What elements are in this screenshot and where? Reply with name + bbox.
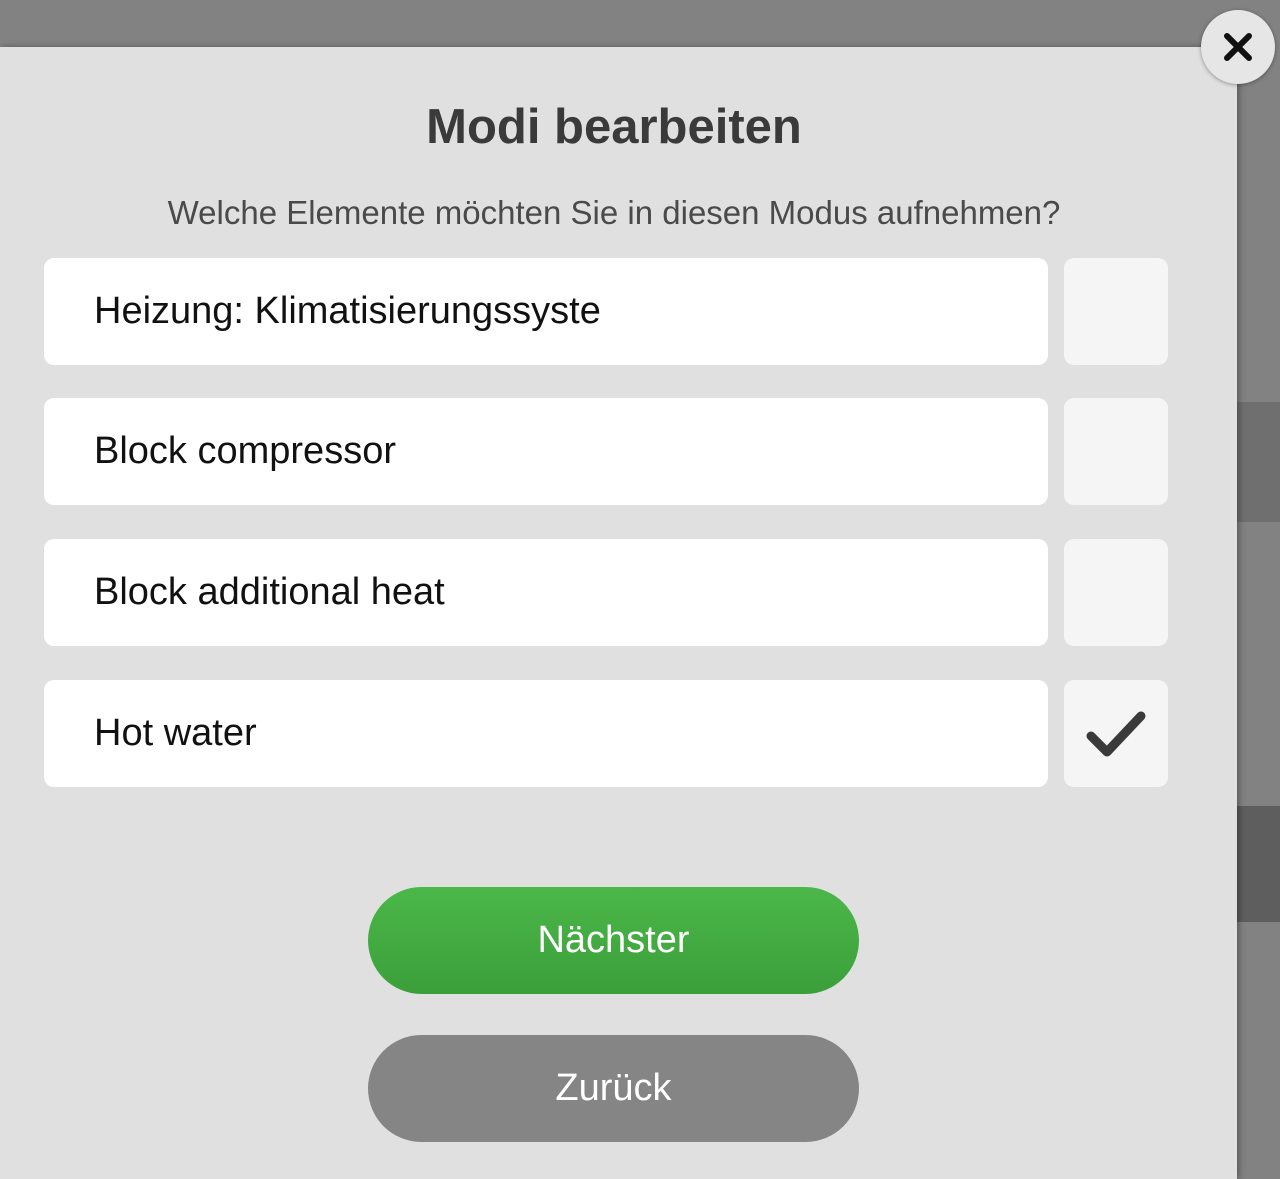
close-button[interactable]	[1201, 10, 1275, 84]
next-button[interactable]: Nächster	[368, 887, 859, 994]
list-item: Block compressor	[44, 398, 1168, 505]
item-label: Block compressor	[44, 398, 1048, 505]
back-button[interactable]: Zurück	[368, 1035, 859, 1142]
item-label: Hot water	[44, 680, 1048, 787]
item-label: Block additional heat	[44, 539, 1048, 646]
list-item: Block additional heat	[44, 539, 1168, 646]
item-checkbox[interactable]	[1064, 680, 1168, 787]
dialog-subtitle: Welche Elemente möchten Sie in diesen Mo…	[167, 194, 1061, 231]
item-label: Heizung: Klimatisierungssyste	[44, 258, 1048, 365]
list-item: Heizung: Klimatisierungssyste	[44, 258, 1168, 365]
checkmark-icon	[1086, 711, 1146, 756]
close-icon	[1224, 33, 1252, 61]
list-item: Hot water	[44, 680, 1168, 787]
item-checkbox[interactable]	[1064, 258, 1168, 365]
screen: Modi bearbeiten Welche Elemente möchten …	[0, 0, 1280, 1179]
edit-modes-dialog: Modi bearbeiten Welche Elemente möchten …	[0, 47, 1237, 1179]
item-checkbox[interactable]	[1064, 539, 1168, 646]
item-checkbox[interactable]	[1064, 398, 1168, 505]
dialog-title: Modi bearbeiten	[426, 100, 802, 154]
